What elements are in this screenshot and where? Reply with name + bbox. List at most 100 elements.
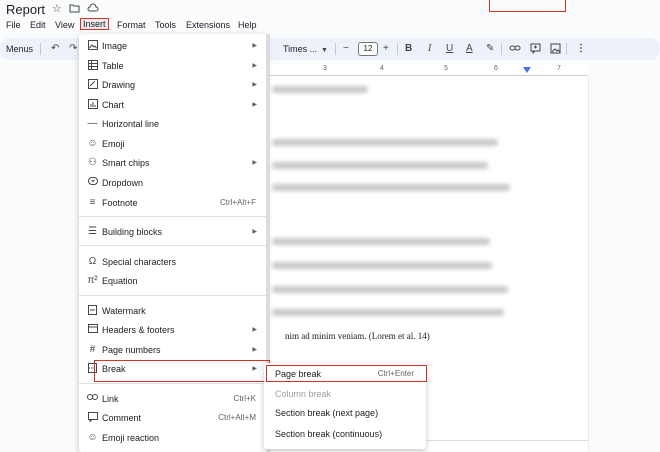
menu-separator [79, 245, 267, 246]
omega-icon: Ω [88, 256, 97, 267]
redo-icon[interactable]: ↷ [69, 43, 77, 55]
menu-item-label: Dropdown [102, 178, 144, 188]
table-icon [87, 60, 98, 74]
menu-item-label: Horizontal line [102, 119, 160, 129]
insert-menu-item-emoji-reaction[interactable]: ☺ Emoji reaction [79, 429, 267, 447]
submenu-arrow-icon: ▶ [252, 160, 257, 166]
insert-menu-item-equation[interactable]: π² Equation [79, 272, 267, 290]
move-to-folder-icon[interactable] [69, 3, 80, 16]
document-text-line: nim ad minim veniam. (Lorem et al. 14) [285, 331, 430, 341]
image-icon[interactable] [550, 43, 561, 58]
insert-menu-item-footnote[interactable]: ≡ Footnote Ctrl+Alt+F [79, 194, 267, 212]
star-icon[interactable]: ☆ [52, 3, 62, 15]
insert-menu-item-watermark[interactable]: Watermark [79, 302, 267, 320]
menu-item-label: Page numbers [102, 345, 161, 355]
blurred-text-line [272, 262, 492, 269]
menu-item-label: Image [102, 41, 128, 51]
title-bar: Report ☆ [0, 0, 660, 18]
insert-menu-item-page-numbers[interactable]: # Page numbers ▶ [79, 341, 267, 359]
insert-menu-item-building-blocks[interactable]: ☰ Building blocks ▶ [79, 223, 267, 241]
footnote-icon: ≡ [89, 197, 96, 208]
undo-icon[interactable]: ↶ [51, 43, 59, 55]
menu-item-label: Building blocks [102, 227, 163, 237]
watermark-icon [87, 305, 98, 319]
menu-view[interactable]: View [55, 20, 74, 30]
blurred-text-line [272, 286, 508, 293]
menu-item-shortcut: Ctrl+Alt+F [219, 198, 256, 207]
horizontal-ruler[interactable]: 3 4 5 6 7 [270, 64, 588, 76]
menu-help[interactable]: Help [238, 20, 257, 30]
insert-menu-item-horizontal-line[interactable]: — Horizontal line [79, 115, 267, 133]
insert-menu-item-smart-chips[interactable]: ⚇ Smart chips ▶ [79, 154, 267, 172]
menu-item-label: Watermark [102, 306, 146, 316]
decrease-font-icon[interactable]: − [343, 43, 349, 55]
insert-menu-item-link[interactable]: Link Ctrl+K [79, 390, 267, 408]
insert-menu-item-headers-footers[interactable]: Headers & footers ▶ [79, 321, 267, 339]
submenu-arrow-icon: ▶ [252, 347, 257, 353]
submenu-item-section-break-next-page[interactable]: Section break (next page) [264, 404, 426, 422]
ruler-number: 6 [494, 65, 498, 72]
menu-item-label: Drawing [102, 80, 136, 90]
ruler-number: 4 [380, 65, 384, 72]
right-indent-marker[interactable] [523, 67, 531, 73]
insert-menu-item-comment[interactable]: Comment Ctrl+Alt+M [79, 409, 267, 427]
submenu-item-label: Column break [275, 389, 332, 399]
toolbar-separator [566, 43, 567, 55]
insert-menu-item-drawing[interactable]: Drawing ▶ [79, 76, 267, 94]
building-blocks-icon: ☰ [88, 226, 97, 237]
menu-item-shortcut: Ctrl+Alt+M [218, 413, 256, 422]
font-size-input[interactable]: 12 [358, 42, 378, 56]
toolbar-separator [335, 43, 336, 55]
smart-chips-icon: ⚇ [88, 157, 97, 168]
menu-format[interactable]: Format [117, 20, 146, 30]
menu-bar: File Edit View Insert Format Tools Exten… [0, 18, 660, 33]
document-title[interactable]: Report [6, 2, 45, 17]
blurred-text-line [272, 238, 490, 245]
menu-item-label: Special characters [102, 257, 177, 267]
chevron-down-icon[interactable]: ▼ [321, 45, 328, 57]
insert-menu-item-special-characters[interactable]: Ω Special characters [79, 253, 267, 271]
next-page-edge [425, 440, 588, 452]
menu-extensions[interactable]: Extensions [186, 20, 230, 30]
italic-icon[interactable]: I [428, 43, 431, 55]
insert-menu-item-chart[interactable]: Chart ▶ [79, 96, 267, 114]
menu-scrollbar[interactable] [266, 34, 270, 374]
bold-icon[interactable]: B [405, 43, 412, 55]
highlight-icon[interactable]: ✎ [486, 43, 494, 55]
menu-edit[interactable]: Edit [30, 20, 46, 30]
font-family-select[interactable]: Times ... [283, 44, 317, 54]
link-icon[interactable] [509, 43, 521, 57]
ruler-number: 7 [557, 65, 561, 72]
submenu-item-section-break-continuous[interactable]: Section break (continuous) [264, 425, 426, 443]
blurred-text-line [272, 139, 498, 146]
insert-menu-item-image[interactable]: Image ▶ [79, 37, 267, 55]
menu-insert[interactable]: Insert [80, 18, 109, 30]
blurred-text-line [272, 184, 510, 191]
menu-item-shortcut: Ctrl+K [233, 394, 256, 403]
menu-file[interactable]: File [6, 20, 21, 30]
insert-menu-item-emoji[interactable]: ☺ Emoji [79, 135, 267, 153]
comment-icon[interactable] [530, 43, 541, 58]
headers-footers-icon [87, 324, 98, 337]
menu-item-label: Headers & footers [102, 325, 175, 335]
dropdown-icon [87, 177, 98, 189]
horizontal-line-icon: — [87, 118, 98, 129]
menu-item-label: Chart [102, 100, 125, 110]
toolbar-separator [397, 43, 398, 55]
more-icon[interactable]: ⋮ [576, 43, 586, 55]
blurred-text-line [272, 162, 488, 169]
pi-icon: π² [87, 275, 98, 286]
cloud-status-icon[interactable] [87, 3, 99, 16]
emoji-reaction-icon: ☺ [87, 432, 98, 443]
ruler-number: 5 [444, 65, 448, 72]
menu-separator [79, 216, 267, 217]
increase-font-icon[interactable]: + [383, 43, 389, 55]
link-icon [87, 393, 98, 405]
text-color-icon[interactable]: A [466, 43, 473, 55]
menu-tools[interactable]: Tools [155, 20, 176, 30]
underline-icon[interactable]: U [446, 43, 453, 55]
insert-menu-item-table[interactable]: Table ▶ [79, 57, 267, 75]
blurred-text-line [272, 309, 504, 316]
menus-button[interactable]: Menus [6, 44, 33, 54]
insert-menu-item-dropdown[interactable]: Dropdown [79, 174, 267, 192]
